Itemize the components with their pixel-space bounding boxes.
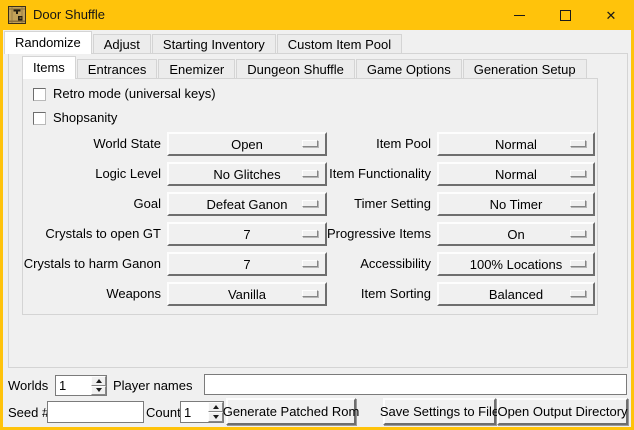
item-functionality-dropdown[interactable]: Normal	[437, 162, 595, 186]
door-icon	[8, 6, 26, 24]
logic-level-label: Logic Level	[7, 162, 161, 186]
timer-setting-dropdown[interactable]: No Timer	[437, 192, 595, 216]
save-settings-button[interactable]: Save Settings to File	[383, 398, 496, 425]
crystals-ganon-label: Crystals to harm Ganon	[7, 252, 161, 276]
spin-down-icon[interactable]	[208, 412, 223, 422]
tab-game-options[interactable]: Game Options	[356, 59, 462, 78]
dropdown-indicator-icon	[570, 230, 586, 237]
window-content: Randomize Adjust Starting Inventory Cust…	[3, 30, 631, 427]
titlebar: Door Shuffle ✕	[0, 0, 634, 30]
player-names-input[interactable]	[204, 374, 627, 395]
timer-setting-label: Timer Setting	[277, 192, 431, 216]
tab-custom-item-pool[interactable]: Custom Item Pool	[277, 34, 402, 53]
item-sorting-label: Item Sorting	[277, 282, 431, 306]
dropdown-indicator-icon	[570, 260, 586, 267]
items-pane: Retro mode (universal keys) Shopsanity W…	[22, 78, 598, 315]
item-functionality-label: Item Functionality	[277, 162, 431, 186]
accessibility-label: Accessibility	[277, 252, 431, 276]
player-names-label: Player names	[113, 376, 192, 396]
spin-up-icon[interactable]	[91, 376, 106, 386]
item-sorting-dropdown[interactable]: Balanced	[437, 282, 595, 306]
count-input[interactable]	[181, 402, 208, 422]
randomize-pane: Items Entrances Enemizer Dungeon Shuffle…	[8, 53, 628, 368]
generate-patched-rom-button[interactable]: Generate Patched Rom	[226, 398, 356, 425]
worlds-input[interactable]	[56, 376, 91, 395]
tab-adjust[interactable]: Adjust	[93, 34, 151, 53]
worlds-label: Worlds	[8, 376, 48, 396]
seed-label: Seed #	[8, 400, 49, 426]
close-icon[interactable]: ✕	[588, 0, 634, 30]
dropdown-indicator-icon	[570, 290, 586, 297]
open-output-directory-button[interactable]: Open Output Directory	[497, 398, 628, 425]
checkbox-icon[interactable]	[33, 112, 46, 125]
window-title: Door Shuffle	[33, 0, 105, 30]
dropdown-indicator-icon	[570, 140, 586, 147]
tab-randomize[interactable]: Randomize	[4, 31, 92, 54]
count-spinner[interactable]	[180, 401, 224, 423]
shopsanity-label: Shopsanity	[53, 111, 117, 125]
retro-mode-label: Retro mode (universal keys)	[53, 87, 216, 101]
dropdown-indicator-icon	[570, 200, 586, 207]
accessibility-dropdown[interactable]: 100% Locations	[437, 252, 595, 276]
progressive-items-dropdown[interactable]: On	[437, 222, 595, 246]
tab-dungeon-shuffle[interactable]: Dungeon Shuffle	[236, 59, 355, 78]
tab-items[interactable]: Items	[22, 56, 76, 79]
tab-starting-inventory[interactable]: Starting Inventory	[152, 34, 276, 53]
seed-input[interactable]	[47, 401, 144, 423]
goal-label: Goal	[7, 192, 161, 216]
checkbox-icon[interactable]	[33, 88, 46, 101]
shopsanity-checkbox[interactable]: Shopsanity	[33, 111, 117, 125]
worlds-spinner[interactable]	[55, 375, 107, 396]
door-shuffle-window: Door Shuffle ✕ Randomize Adjust Starting…	[0, 0, 634, 430]
spin-down-icon[interactable]	[91, 386, 106, 396]
caption-buttons: ✕	[496, 0, 634, 30]
maximize-icon[interactable]	[542, 0, 588, 30]
item-pool-dropdown[interactable]: Normal	[437, 132, 595, 156]
spin-up-icon[interactable]	[208, 402, 223, 412]
tab-enemizer[interactable]: Enemizer	[158, 59, 235, 78]
tab-entrances[interactable]: Entrances	[77, 59, 158, 78]
count-label: Count	[146, 400, 181, 426]
retro-mode-checkbox[interactable]: Retro mode (universal keys)	[33, 87, 216, 101]
tab-generation-setup[interactable]: Generation Setup	[463, 59, 587, 78]
weapons-label: Weapons	[7, 282, 161, 306]
dropdown-indicator-icon	[570, 170, 586, 177]
item-pool-label: Item Pool	[277, 132, 431, 156]
minimize-icon[interactable]	[496, 0, 542, 30]
main-tabbar: Randomize Adjust Starting Inventory Cust…	[4, 31, 403, 53]
world-state-label: World State	[7, 132, 161, 156]
sub-tabbar: Items Entrances Enemizer Dungeon Shuffle…	[22, 56, 588, 78]
progressive-items-label: Progressive Items	[277, 222, 431, 246]
crystals-gt-label: Crystals to open GT	[7, 222, 161, 246]
